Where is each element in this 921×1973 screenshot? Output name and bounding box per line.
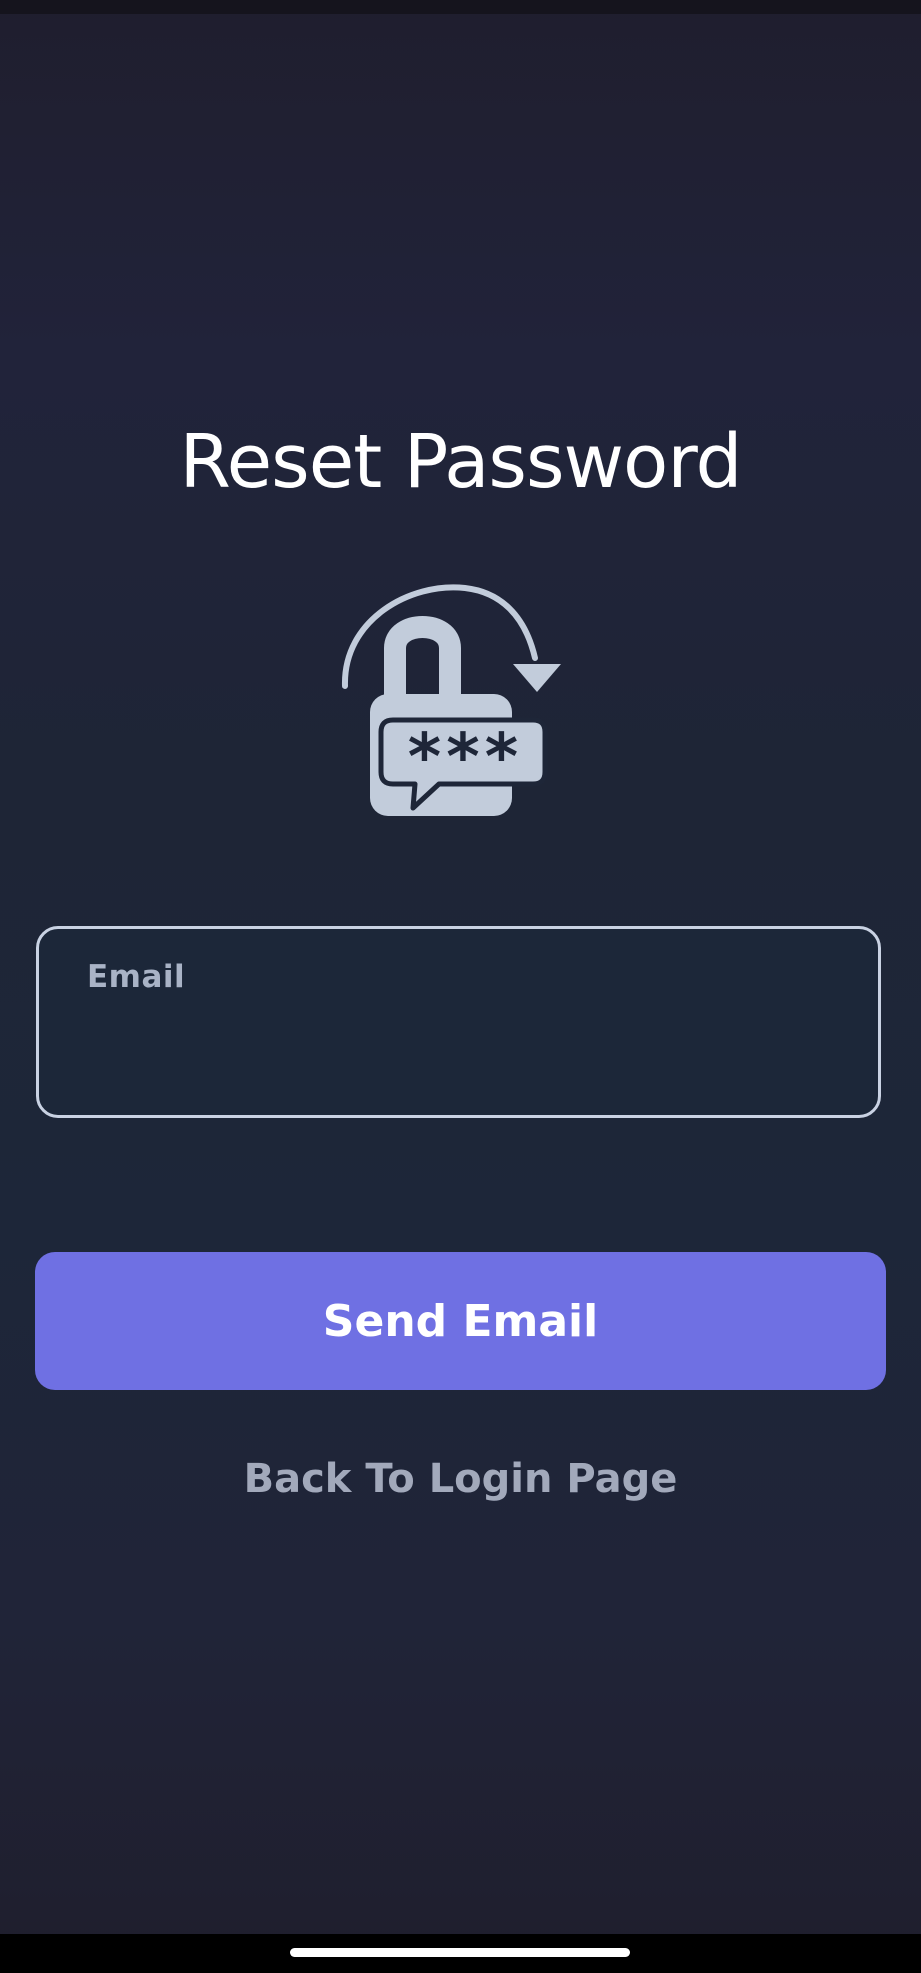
navigation-bar bbox=[0, 1934, 921, 1973]
page-title: Reset Password bbox=[179, 419, 743, 505]
email-input[interactable] bbox=[87, 1019, 831, 1081]
email-label: Email bbox=[87, 959, 186, 995]
home-indicator[interactable] bbox=[290, 1948, 630, 1957]
masked-password-text: *** bbox=[405, 721, 521, 795]
email-field[interactable]: Email bbox=[36, 926, 881, 1118]
back-to-login-link[interactable]: Back To Login Page bbox=[0, 1452, 921, 1506]
lock-reset-illustration: *** bbox=[335, 580, 585, 820]
lock-reset-icon: *** bbox=[341, 584, 561, 816]
status-bar bbox=[0, 0, 921, 14]
send-email-button[interactable]: Send Email bbox=[35, 1252, 886, 1390]
